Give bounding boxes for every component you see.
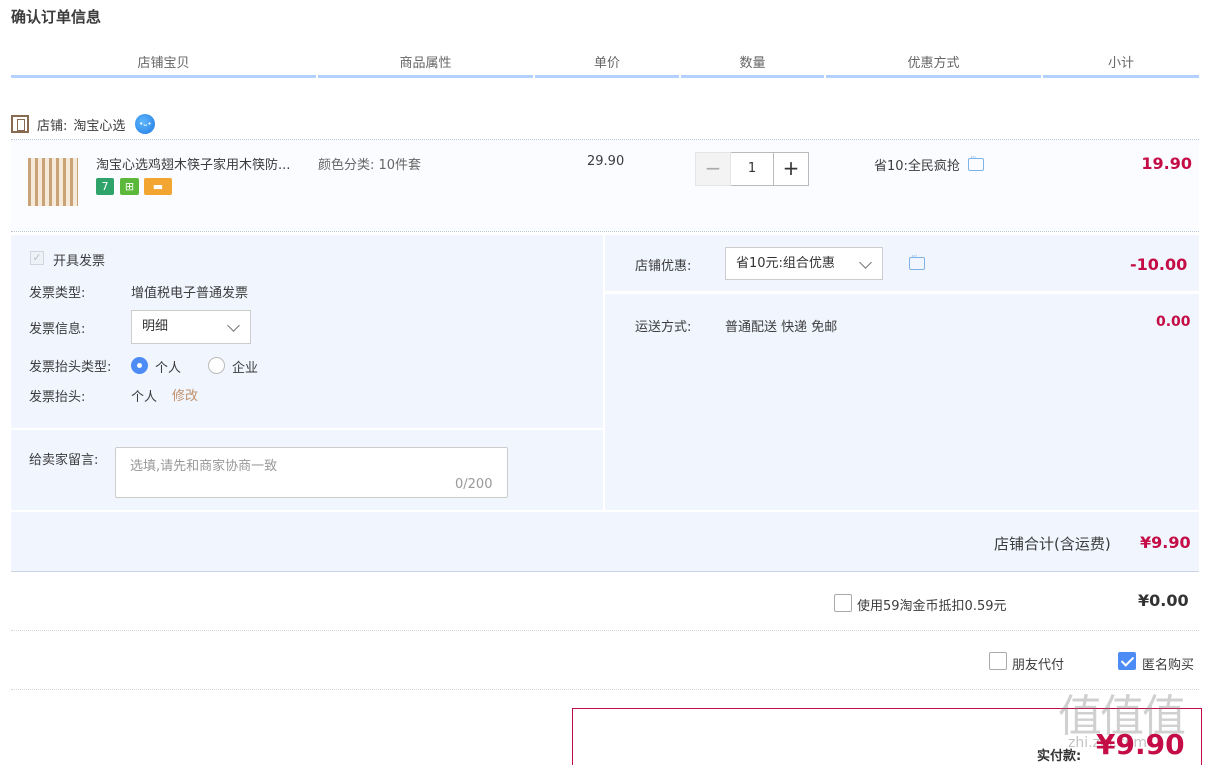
payment-total: ¥9.90 bbox=[1096, 728, 1185, 761]
page-title: 确认订单信息 bbox=[11, 8, 102, 26]
shipping-panel bbox=[605, 294, 1199, 510]
invoice-header-label: 发票抬头: bbox=[29, 390, 86, 405]
item-subtotal: 19.90 bbox=[1141, 154, 1192, 173]
shipping-amount: 0.00 bbox=[1156, 314, 1191, 330]
invoice-checkbox[interactable]: ✓ bbox=[30, 251, 44, 265]
shop-row: 店铺: 淘宝心选 •ᴗ• bbox=[11, 112, 156, 136]
shop-label: 店铺: bbox=[37, 118, 68, 134]
chevron-down-icon bbox=[227, 319, 240, 332]
radio-company-label[interactable]: 企业 bbox=[232, 357, 258, 376]
divider bbox=[11, 689, 1199, 690]
radio-personal[interactable] bbox=[131, 357, 148, 374]
message-placeholder: 选填,请先和商家协商一致 bbox=[130, 459, 278, 474]
message-label: 给卖家留言: bbox=[29, 453, 99, 468]
shop-icon bbox=[11, 115, 29, 133]
column-attributes: 商品属性 bbox=[318, 52, 533, 78]
quantity-input[interactable]: 1 bbox=[731, 152, 773, 186]
message-char-counter: 0/200 bbox=[455, 477, 493, 492]
chevron-down-icon bbox=[859, 256, 872, 269]
divider bbox=[11, 231, 1199, 232]
shop-name-link[interactable]: 淘宝心选 bbox=[73, 115, 125, 134]
shop-discount-label: 店铺优惠: bbox=[635, 259, 692, 274]
column-quantity: 数量 bbox=[681, 52, 824, 78]
payment-label: 实付款: bbox=[1037, 749, 1082, 764]
item-attribute: 颜色分类: 10件套 bbox=[318, 158, 422, 173]
wangwang-chat-icon[interactable]: •ᴗ• bbox=[135, 114, 156, 134]
friend-pay-label[interactable]: 朋友代付 bbox=[1012, 654, 1064, 673]
seven-day-return-icon[interactable]: 7 bbox=[96, 178, 114, 195]
shop-total-value: ¥9.90 bbox=[1140, 533, 1191, 552]
column-subtotal: 小计 bbox=[1043, 52, 1199, 78]
invoice-checkbox-label: 开具发票 bbox=[53, 254, 106, 269]
shipping-value: 普通配送 快递 免邮 bbox=[725, 320, 838, 335]
invoice-header-value: 个人 bbox=[131, 390, 158, 405]
shop-discount-value: 省10元:组合优惠 bbox=[736, 256, 835, 271]
invoice-info-label: 发票信息: bbox=[29, 322, 86, 337]
shop-discount-amount: -10.00 bbox=[1130, 255, 1188, 274]
anonymous-checkbox[interactable] bbox=[1118, 652, 1136, 670]
column-discount: 优惠方式 bbox=[826, 52, 1041, 78]
shop-discount-select[interactable]: 省10元:组合优惠 bbox=[725, 247, 883, 280]
shop-discount-panel bbox=[605, 235, 1199, 291]
coins-label[interactable]: 使用59淘金币抵扣0.59元 bbox=[857, 595, 1007, 614]
item-thumbnail[interactable] bbox=[28, 158, 78, 206]
coins-value: ¥0.00 bbox=[1138, 591, 1189, 610]
item-title-link[interactable]: 淘宝心选鸡翅木筷子家用木筷防... bbox=[96, 154, 290, 173]
promotion-label: 省10:全民疯抢 bbox=[874, 159, 960, 174]
shipping-label: 运送方式: bbox=[635, 320, 692, 335]
item-unit-price: 29.90 bbox=[587, 154, 625, 169]
quantity-minus-button[interactable]: − bbox=[695, 152, 731, 186]
quantity-stepper: − 1 + bbox=[695, 152, 809, 186]
anonymous-label[interactable]: 匿名购买 bbox=[1142, 654, 1194, 673]
invoice-type-value: 增值税电子普通发票 bbox=[131, 286, 249, 301]
edit-invoice-link[interactable]: 修改 bbox=[172, 385, 198, 404]
invoice-header-type-label: 发票抬头类型: bbox=[29, 360, 112, 375]
divider bbox=[11, 630, 1199, 631]
guarantee-icon[interactable]: ⊞ bbox=[120, 178, 139, 195]
column-shop-item: 店铺宝贝 bbox=[11, 52, 316, 78]
radio-personal-label[interactable]: 个人 bbox=[155, 357, 181, 376]
coins-checkbox[interactable] bbox=[834, 594, 852, 612]
item-promotion: 省10:全民疯抢 bbox=[874, 153, 984, 174]
column-unit-price: 单价 bbox=[535, 52, 679, 78]
friend-pay-checkbox[interactable] bbox=[989, 652, 1007, 670]
quantity-plus-button[interactable]: + bbox=[773, 152, 809, 186]
shop-total-label: 店铺合计(含运费) bbox=[994, 535, 1111, 553]
invoice-type-label: 发票类型: bbox=[29, 286, 86, 301]
invoice-info-select[interactable]: 明细 bbox=[131, 310, 251, 344]
invoice-info-value: 明细 bbox=[142, 319, 169, 334]
credit-card-icon[interactable]: ▬ bbox=[144, 178, 172, 195]
radio-company[interactable] bbox=[208, 357, 225, 374]
comment-icon[interactable] bbox=[909, 252, 925, 270]
column-header: 店铺宝贝 商品属性 单价 数量 优惠方式 小计 bbox=[11, 52, 1199, 78]
comment-icon[interactable] bbox=[967, 153, 984, 171]
